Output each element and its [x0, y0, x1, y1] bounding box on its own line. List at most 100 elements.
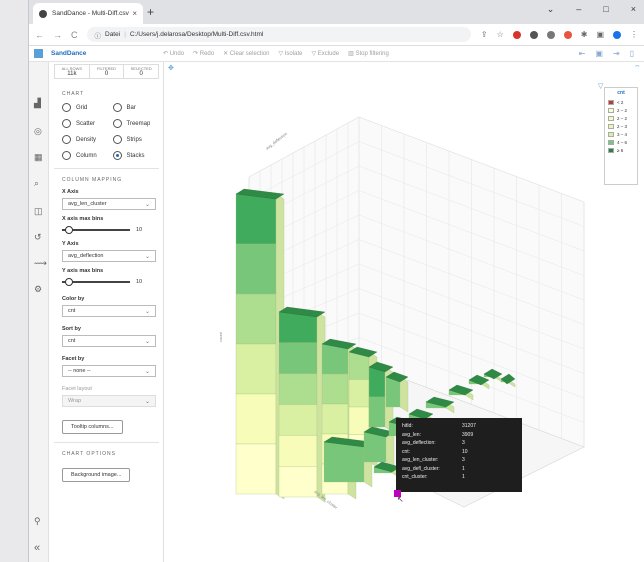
isolate-button[interactable]: ▽ Isolate [278, 50, 302, 57]
clear-selection-button[interactable]: ✕ Clear selection [223, 50, 269, 57]
redo-label: Redo [199, 51, 215, 57]
extensions-puzzle-icon[interactable]: ✱ [581, 30, 588, 39]
color-by-select[interactable]: cnt ⌄ [62, 305, 156, 317]
chart-type-column[interactable]: Column [62, 151, 113, 160]
x-bins-slider[interactable]: 10 [62, 225, 156, 235]
row-counts: ALL ROWS 11k FILTERED 0 SELECTED 0 [54, 64, 159, 79]
chart-icon[interactable]: ▟ [34, 98, 41, 109]
browser-window: SandDance - Multi-Diff.csv × + ⌄ – □ × ←… [28, 0, 644, 562]
facet-by-label: Facet by [62, 356, 85, 362]
chart-type-bar[interactable]: Bar [112, 103, 164, 112]
bookmark-star-icon[interactable]: ☆ [497, 30, 504, 39]
history-icon[interactable]: ↺ [34, 232, 42, 243]
legend-item[interactable]: 2 – 2 [608, 106, 634, 114]
collapse-icon[interactable]: ⇤ [579, 49, 586, 58]
tab-search-icon[interactable]: ⌄ [547, 4, 555, 15]
y-axis-select[interactable]: avg_deflection ⌄ [62, 250, 156, 262]
pin-view-icon[interactable]: ✥ [168, 64, 174, 72]
maximize-button[interactable]: □ [603, 4, 608, 15]
page-info-icon[interactable]: ⓘ [95, 30, 102, 40]
collapse-panel-icon[interactable]: « [34, 542, 40, 554]
tab-title: SandDance - Multi-Diff.csv [52, 10, 129, 17]
tab-strip: SandDance - Multi-Diff.csv × + ⌄ – □ × [29, 0, 644, 24]
exclude-button[interactable]: ▽ Exclude [311, 50, 339, 57]
legend-item[interactable]: < 2 [608, 98, 634, 106]
table-icon[interactable]: ▦ [34, 152, 43, 163]
undo-label: Undo [169, 51, 185, 57]
color-palette-icon[interactable]: ◎ [34, 126, 42, 137]
close-window-button[interactable]: × [631, 4, 636, 15]
tooltip-value: 10 [462, 448, 468, 455]
legend-item[interactable]: 2 – 3 [608, 122, 634, 130]
legend-item[interactable]: 3 – 4 [608, 130, 634, 138]
undo-button[interactable]: ↶ Undo [163, 50, 184, 57]
browser-tab[interactable]: SandDance - Multi-Diff.csv × [33, 3, 143, 24]
chart-canvas[interactable]: avg_deflection avg_len_cluster count ✥ ⌔… [164, 62, 644, 562]
profile-avatar[interactable] [613, 30, 621, 39]
brand: SandDance [29, 49, 163, 58]
tooltip-value: 31207 [462, 423, 476, 429]
extension-red-icon[interactable] [512, 30, 521, 39]
chart-type-treemap[interactable]: Treemap [112, 119, 164, 128]
minimize-button[interactable]: – [576, 4, 581, 15]
search-icon[interactable]: ⌕ [34, 178, 39, 189]
sidebar-icon[interactable]: ▣ [596, 30, 604, 39]
reload-icon[interactable]: C [71, 30, 78, 40]
stack-segment [278, 311, 318, 343]
legend-swatch [608, 139, 614, 145]
forward-icon[interactable]: → [53, 30, 62, 40]
stack-segment [278, 342, 318, 374]
hover-tooltip: hitId: 31207 avg_len: 3909 avg_deflection: 3 c… [396, 418, 522, 492]
sort-by-value: cnt [68, 338, 76, 344]
tab-close-icon[interactable]: × [132, 9, 137, 18]
chart-type-density[interactable]: Density [62, 135, 113, 144]
facet-by-select[interactable]: -- none -- ⌄ [62, 365, 156, 377]
back-icon[interactable]: ← [35, 30, 44, 40]
chevron-down-icon: ⌄ [144, 308, 150, 315]
stack-segment [235, 293, 277, 345]
menu-icon[interactable]: ⋮ [630, 30, 638, 39]
chart-type-stacks[interactable]: Stacks [112, 151, 164, 160]
sort-by-label: Sort by [62, 326, 81, 332]
sort-by-select[interactable]: cnt ⌄ [62, 335, 156, 347]
y-bins-slider[interactable]: 10 [62, 277, 156, 287]
extension-dark-icon[interactable] [529, 30, 538, 39]
legend-item[interactable]: ≥ 6 [608, 146, 634, 154]
legend-label: 2 – 3 [617, 123, 628, 129]
legend-swatch [608, 123, 614, 129]
legend-swatch [608, 147, 614, 153]
background-image-button[interactable]: Background image... [62, 468, 131, 482]
expand-icon[interactable]: ⇥ [613, 49, 620, 58]
chart-type-strips[interactable]: Strips [112, 135, 164, 144]
wifi-icon[interactable]: ⌔ [634, 64, 641, 73]
chart-type-grid[interactable]: Grid [62, 103, 113, 112]
slider-thumb[interactable] [65, 226, 73, 234]
stack-segment [321, 373, 349, 405]
stack-segment [235, 443, 277, 495]
snapshot-icon[interactable]: ◫ [34, 206, 43, 217]
share-icon[interactable]: ⇪ [481, 30, 488, 39]
transition-icon[interactable]: ⟿ [34, 258, 47, 269]
extension-gray-icon[interactable] [546, 30, 555, 39]
redo-button[interactable]: ↷ Redo [193, 50, 214, 57]
camera-icon[interactable]: ▣ [595, 49, 603, 58]
x-axis-select[interactable]: avg_len_cluster ⌄ [62, 198, 156, 210]
pin-icon[interactable]: ⚲ [34, 516, 41, 527]
extension-orange-icon[interactable] [563, 30, 572, 39]
legend-item[interactable]: 4 – 6 [608, 138, 634, 146]
tooltip-row: hitId: 31207 [402, 423, 516, 432]
z-axis-title: count [218, 331, 223, 342]
legend-item[interactable]: 2 – 2 [608, 114, 634, 122]
settings-gear-icon[interactable]: ⚙ [34, 284, 42, 295]
new-tab-button[interactable]: + [147, 5, 154, 19]
radio-label: Scatter [76, 120, 96, 127]
window-controls: ⌄ – □ × [547, 4, 636, 15]
chevron-down-icon: ⌄ [144, 398, 150, 405]
slider-thumb[interactable] [65, 278, 73, 286]
url-field[interactable]: ⓘ Datei | C:/Users/j.delarosa/Desktop/Mu… [86, 27, 471, 42]
tooltip-columns-button[interactable]: Tooltip columns... [62, 420, 123, 434]
stop-filtering-button[interactable]: ▥ Stop filtering [348, 50, 389, 57]
chart-type-scatter[interactable]: Scatter [62, 119, 113, 128]
document-icon[interactable]: ▯ [630, 49, 634, 58]
legend-filter-icon[interactable]: ▽ [598, 82, 603, 90]
